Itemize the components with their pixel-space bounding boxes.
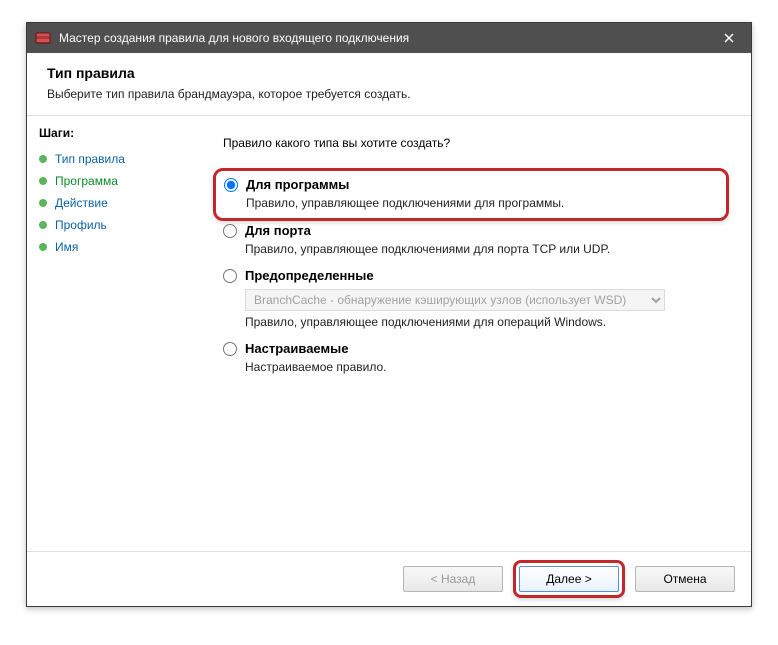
option-title: Настраиваемые xyxy=(245,341,348,356)
titlebar: Мастер создания правила для нового входя… xyxy=(27,23,751,53)
bullet-icon xyxy=(39,155,47,163)
option-desc: Правило, управляющее подключениями для п… xyxy=(246,196,718,210)
option-program-highlight: Для программы Правило, управляющее подкл… xyxy=(213,168,729,221)
bullet-icon xyxy=(39,199,47,207)
option-custom[interactable]: Настраиваемые xyxy=(223,341,729,356)
page-subtitle: Выберите тип правила брандмауэра, которо… xyxy=(47,87,731,101)
step-rule-type[interactable]: Тип правила xyxy=(39,148,205,170)
footer: < Назад Далее > Отмена xyxy=(27,551,751,606)
predefined-select: BranchCache - обнаружение кэширующих узл… xyxy=(245,289,665,311)
next-button[interactable]: Далее > xyxy=(519,566,619,592)
option-desc: Правило, управляющее подключениями для о… xyxy=(245,315,729,329)
next-button-highlight: Далее > xyxy=(513,560,625,598)
option-title: Для программы xyxy=(246,177,349,192)
step-name[interactable]: Имя xyxy=(39,236,205,258)
radio-predefined[interactable] xyxy=(223,269,237,283)
step-label: Программа xyxy=(55,174,118,188)
option-port[interactable]: Для порта xyxy=(223,223,729,238)
wizard-window: Мастер создания правила для нового входя… xyxy=(26,22,752,607)
step-label: Имя xyxy=(55,240,78,254)
steps-sidebar: Шаги: Тип правила Программа Действие Про… xyxy=(27,116,217,551)
radio-program[interactable] xyxy=(224,178,238,192)
back-button: < Назад xyxy=(403,566,503,592)
option-program[interactable]: Для программы xyxy=(224,177,718,192)
option-title: Предопределенные xyxy=(245,268,374,283)
option-desc: Настраиваемое правило. xyxy=(245,360,729,374)
cancel-button[interactable]: Отмена xyxy=(635,566,735,592)
option-desc: Правило, управляющее подключениями для п… xyxy=(245,242,729,256)
bullet-icon xyxy=(39,221,47,229)
option-predefined[interactable]: Предопределенные xyxy=(223,268,729,283)
content-prompt: Правило какого типа вы хотите создать? xyxy=(223,136,729,150)
window-title: Мастер создания правила для нового входя… xyxy=(59,31,707,45)
option-title: Для порта xyxy=(245,223,311,238)
page-title: Тип правила xyxy=(47,65,731,81)
radio-port[interactable] xyxy=(223,224,237,238)
steps-heading: Шаги: xyxy=(39,126,205,140)
bullet-icon xyxy=(39,243,47,251)
header: Тип правила Выберите тип правила брандма… xyxy=(27,53,751,116)
step-action[interactable]: Действие xyxy=(39,192,205,214)
bullet-icon xyxy=(39,177,47,185)
step-label: Тип правила xyxy=(55,152,125,166)
step-label: Действие xyxy=(55,196,108,210)
step-label: Профиль xyxy=(55,218,107,232)
step-program[interactable]: Программа xyxy=(39,170,205,192)
radio-custom[interactable] xyxy=(223,342,237,356)
close-button[interactable] xyxy=(707,23,751,53)
step-profile[interactable]: Профиль xyxy=(39,214,205,236)
firewall-icon xyxy=(35,30,51,46)
content-pane: Правило какого типа вы хотите создать? Д… xyxy=(217,116,751,551)
